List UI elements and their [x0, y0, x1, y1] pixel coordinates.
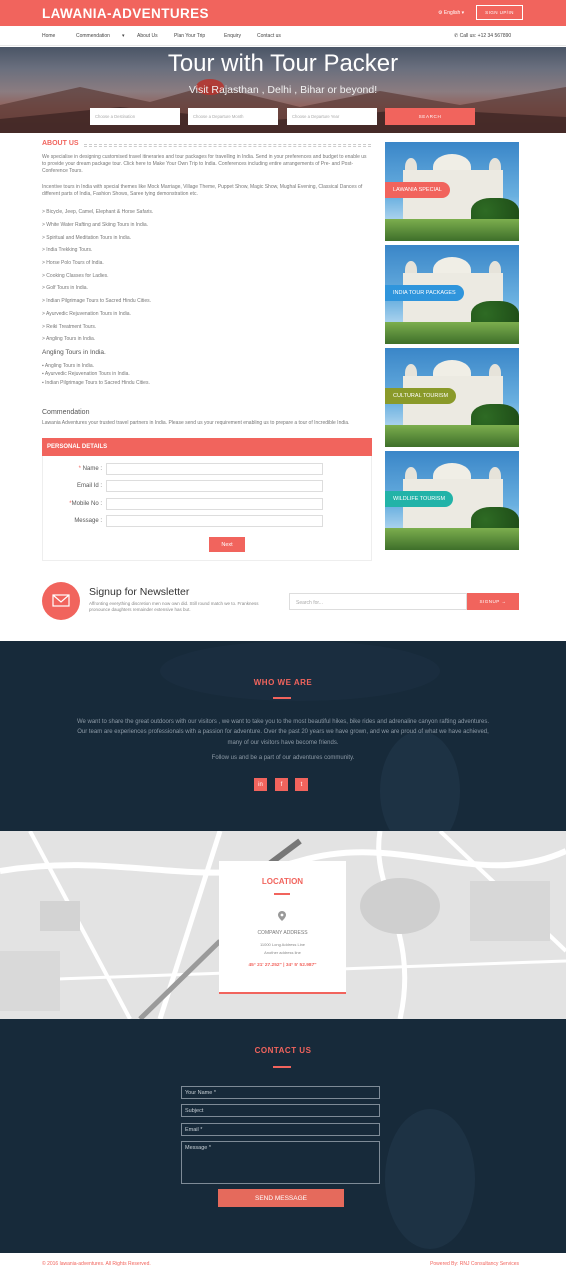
powered-by-link[interactable]: Powered By: RNJ Consultancy Services: [413, 1261, 519, 1267]
departure-year-select[interactable]: Choose a Departure Year: [287, 108, 377, 125]
mobile-field[interactable]: [106, 498, 323, 510]
message-label: Message :: [74, 518, 102, 524]
nav-about[interactable]: About Us: [137, 33, 158, 39]
tour-card-lawania-special[interactable]: LAWANIA SPECIAL: [385, 142, 519, 241]
language-label: English: [443, 10, 461, 16]
about-list-item: > Cooking Classes for Ladies.: [42, 273, 109, 279]
signup-button[interactable]: SIGN UP/IN: [476, 5, 523, 20]
angling-list-text: Angling Tours in India.: [44, 363, 94, 369]
newsletter-icon-circle: [42, 582, 80, 620]
name-label-text: Name :: [82, 466, 102, 472]
search-button[interactable]: SEARCH: [385, 108, 475, 125]
language-selector[interactable]: ⚙ English ▾: [438, 10, 464, 16]
who-text: We want to share the great outdoors with…: [76, 719, 490, 746]
mobile-label-text: Mobile No :: [71, 501, 102, 507]
newsletter-input[interactable]: Search for...: [289, 593, 467, 610]
commendation-text: Lawania Adventures your trusted travel p…: [42, 420, 350, 426]
contact-email-field[interactable]: Email *: [181, 1123, 380, 1136]
address-line-1: 11000 Long Address Line: [259, 942, 306, 947]
tour-card-label: LAWANIA SPECIAL: [385, 182, 450, 198]
map-pin-icon: [278, 911, 286, 921]
angling-list-item: ▪ Angling Tours in India.: [42, 363, 94, 369]
email-field[interactable]: [106, 480, 323, 492]
next-button[interactable]: Next: [209, 537, 245, 552]
contact-heading: CONTACT US: [254, 1046, 312, 1055]
about-list-item: > Reiki Treatment Tours.: [42, 324, 97, 330]
newsletter-title: Signup for Newsletter: [89, 586, 190, 598]
message-field[interactable]: [106, 515, 323, 527]
about-list-item: > Horse Polo Tours of India.: [42, 260, 104, 266]
required-mark: *: [78, 466, 81, 472]
name-field[interactable]: [106, 463, 323, 475]
twitter-icon[interactable]: t: [295, 778, 308, 791]
heading-underline: [273, 1066, 291, 1068]
form-heading: PERSONAL DETAILS: [42, 438, 372, 456]
newsletter-signup-button[interactable]: SIGNUP →: [467, 593, 519, 610]
nav-contact[interactable]: Contact us: [257, 33, 281, 39]
mail-icon: [52, 594, 70, 607]
angling-list-item: ▪ Indian Pilgrimage Tours to Sacred Hind…: [42, 380, 150, 386]
contact-message-field[interactable]: Message *: [181, 1141, 380, 1184]
about-heading: ABOUT US: [42, 140, 79, 147]
about-list-item: > Spiritual and Meditation Tours in Indi…: [42, 235, 131, 241]
mobile-label: *Mobile No :: [42, 501, 102, 507]
tour-card-label: INDIA TOUR PACKAGES: [385, 285, 464, 301]
about-list-item: > Ayurvedic Rejuvenation Tours in India.: [42, 311, 131, 317]
about-list-item: > Indian Pilgrimage Tours to Sacred Hind…: [42, 298, 151, 304]
angling-heading: Angling Tours in India.: [42, 349, 106, 356]
name-label: * Name :: [42, 466, 102, 472]
send-message-button[interactable]: SEND MESSAGE: [218, 1189, 344, 1207]
nav-plan-trip[interactable]: Plan Your Trip: [174, 33, 205, 39]
about-list-item: > India Trekking Tours.: [42, 247, 93, 253]
about-list-item: > Bicycle, Jeep, Camel, Elephant & Horse…: [42, 209, 154, 215]
heading-underline: [273, 697, 291, 699]
tour-card-cultural-tourism[interactable]: CULTURAL TOURISM: [385, 348, 519, 447]
nav-enquiry[interactable]: Enquiry: [224, 33, 241, 39]
email-label: Email Id :: [76, 483, 102, 489]
call-info: ✆ Call us: +12 34 567890: [454, 33, 512, 39]
follow-text: Follow us and be a part of our adventure…: [211, 755, 355, 761]
angling-list-text: Indian Pilgrimage Tours to Sacred Hindu …: [45, 380, 150, 386]
nav-commendation[interactable]: Commendation: [76, 33, 110, 39]
linkedin-icon[interactable]: in: [254, 778, 267, 791]
hero-subtitle: Visit Rajasthan , Delhi , Bihar or beyon…: [188, 84, 378, 96]
departure-month-select[interactable]: Choose a Departure Month: [188, 108, 278, 125]
contact-subject-field[interactable]: Subject: [181, 1104, 380, 1117]
about-list-item: > Golf Tours in India.: [42, 285, 88, 291]
about-list-item: > White Water Rafting and Skiing Tours i…: [42, 222, 149, 228]
site-logo[interactable]: LAWANIA-ADVENTURES: [42, 6, 209, 21]
call-text: Call us: +12 34 567890: [459, 33, 512, 39]
about-paragraph-1: We specialise in designing customised tr…: [42, 154, 367, 174]
angling-list-item: ▪ Ayurvedic Rejuvenation Tours in India.: [42, 371, 130, 377]
contact-name-field[interactable]: Your Name *: [181, 1086, 380, 1099]
tour-card-india-tour-packages[interactable]: INDIA TOUR PACKAGES: [385, 245, 519, 344]
chevron-down-icon: ▾: [122, 33, 125, 39]
location-heading: LOCATION: [261, 877, 304, 886]
tour-card-wildlife-tourism[interactable]: WILDLIFE TOURISM: [385, 451, 519, 550]
destination-select[interactable]: Choose a Destination: [90, 108, 180, 125]
about-paragraph-2: Incentive tours in India with special th…: [42, 184, 363, 197]
nav-home[interactable]: Home: [42, 33, 55, 39]
commendation-heading: Commendation: [42, 409, 90, 416]
tour-card-label: CULTURAL TOURISM: [385, 388, 457, 404]
address-line-2: Another address line: [264, 950, 301, 955]
facebook-icon[interactable]: f: [275, 778, 288, 791]
copyright-text: © 2016 lawania-adventures. All Rights Re…: [42, 1261, 151, 1267]
coordinates: 45° 21' 27.252" | 34° 5' 52.987": [248, 963, 317, 968]
angling-list-text: Ayurvedic Rejuvenation Tours in India.: [44, 371, 130, 377]
newsletter-text: Affronting everything discretion men now…: [89, 601, 259, 612]
tour-card-label: WILDLIFE TOURISM: [385, 491, 454, 507]
company-address-label: COMPANY ADDRESS: [257, 930, 308, 936]
who-heading: WHO WE ARE: [253, 678, 313, 687]
heading-underline: [274, 893, 290, 895]
divider: [84, 144, 371, 147]
about-list-item: > Angling Tours in India.: [42, 336, 96, 342]
hero-title: Tour with Tour Packer: [167, 50, 399, 77]
main-nav: Home Commendation ▾ About Us Plan Your T…: [0, 26, 566, 46]
